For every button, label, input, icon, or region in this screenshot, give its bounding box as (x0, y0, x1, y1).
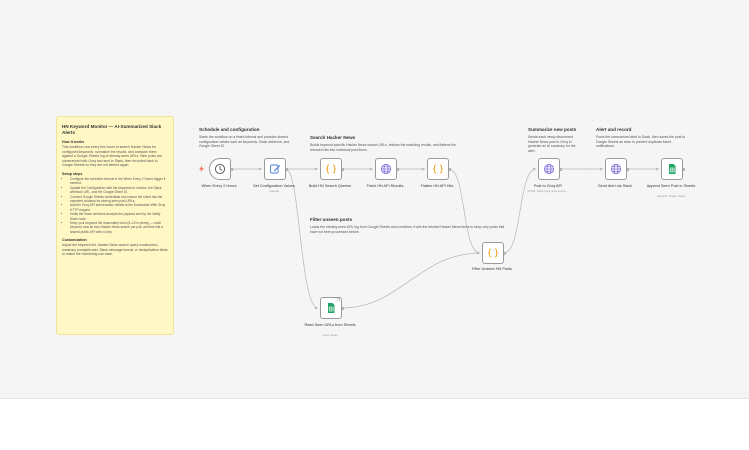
node-post-to-groq-api[interactable] (538, 158, 560, 180)
node-flatten-hn-api-hits[interactable] (427, 158, 449, 180)
sheets-icon (328, 303, 335, 313)
output-port[interactable] (284, 167, 288, 171)
code-icon (488, 248, 498, 258)
node-label-build: Build HN Search Queries (308, 184, 352, 188)
code-icon (326, 164, 336, 174)
edit-icon (270, 164, 281, 174)
connections-layer (231, 167, 659, 310)
edge-flatten-to-filter[interactable] (448, 168, 481, 254)
output-port[interactable] (681, 167, 685, 171)
output-port[interactable] (502, 251, 506, 255)
output-port[interactable] (340, 306, 344, 310)
workflow-canvas[interactable]: HN Keyword Monitor — AI-Summarized Slack… (0, 0, 749, 399)
node-filter-unseen-hn-posts[interactable] (482, 242, 504, 264)
sheets-icon (669, 164, 676, 174)
node-set-configuration-values[interactable] (264, 158, 286, 180)
node-build-hn-search-queries[interactable] (320, 158, 342, 180)
trigger-bolt-icon (199, 166, 204, 172)
node-sub-append: append: sheet: sheet (656, 194, 686, 198)
node-label-flatten: Flatten HN API Hits (420, 184, 454, 188)
code-icon (433, 164, 443, 174)
output-port[interactable] (447, 167, 451, 171)
node-label-read: Read Seen URLs from Sheets (304, 323, 356, 327)
node-sub-groq: POST: https://api.groq.com/o... (527, 189, 569, 193)
globe-icon (544, 164, 554, 174)
output-port[interactable] (229, 167, 233, 171)
node-label-trigger: When Every 2 Hours (201, 184, 237, 188)
globe-icon (381, 164, 391, 174)
node-append-seen-post-in-sheets[interactable] (661, 158, 683, 180)
node-when-every-2-hours[interactable] (209, 158, 231, 180)
node-label-append: Append Seen Post in Sheets (646, 184, 696, 188)
globe-icon (611, 164, 621, 174)
node-sub-read: read: sheet (322, 333, 338, 337)
node-fetch-hn-api-results[interactable] (375, 158, 397, 180)
output-port[interactable] (340, 167, 344, 171)
node-label-config: Set Configuration Values (253, 184, 295, 188)
edge-filter-to-groq[interactable] (503, 168, 537, 254)
node-status-marker-icon (336, 298, 340, 302)
node-label-filter: Filter Unseen HN Posts (472, 267, 512, 271)
node-label-slack: Send Alert via Slack (598, 184, 632, 188)
node-label-groq: Post to Groq API (533, 184, 563, 188)
clock-icon (214, 163, 226, 175)
output-port[interactable] (395, 167, 399, 171)
node-label-fetch: Fetch HN API Results (366, 184, 404, 188)
node-sub-config: manual (269, 189, 279, 193)
edge-read-to-filter[interactable] (341, 252, 481, 309)
output-port[interactable] (558, 167, 562, 171)
node-send-alert-via-slack[interactable] (605, 158, 627, 180)
output-port[interactable] (625, 167, 629, 171)
